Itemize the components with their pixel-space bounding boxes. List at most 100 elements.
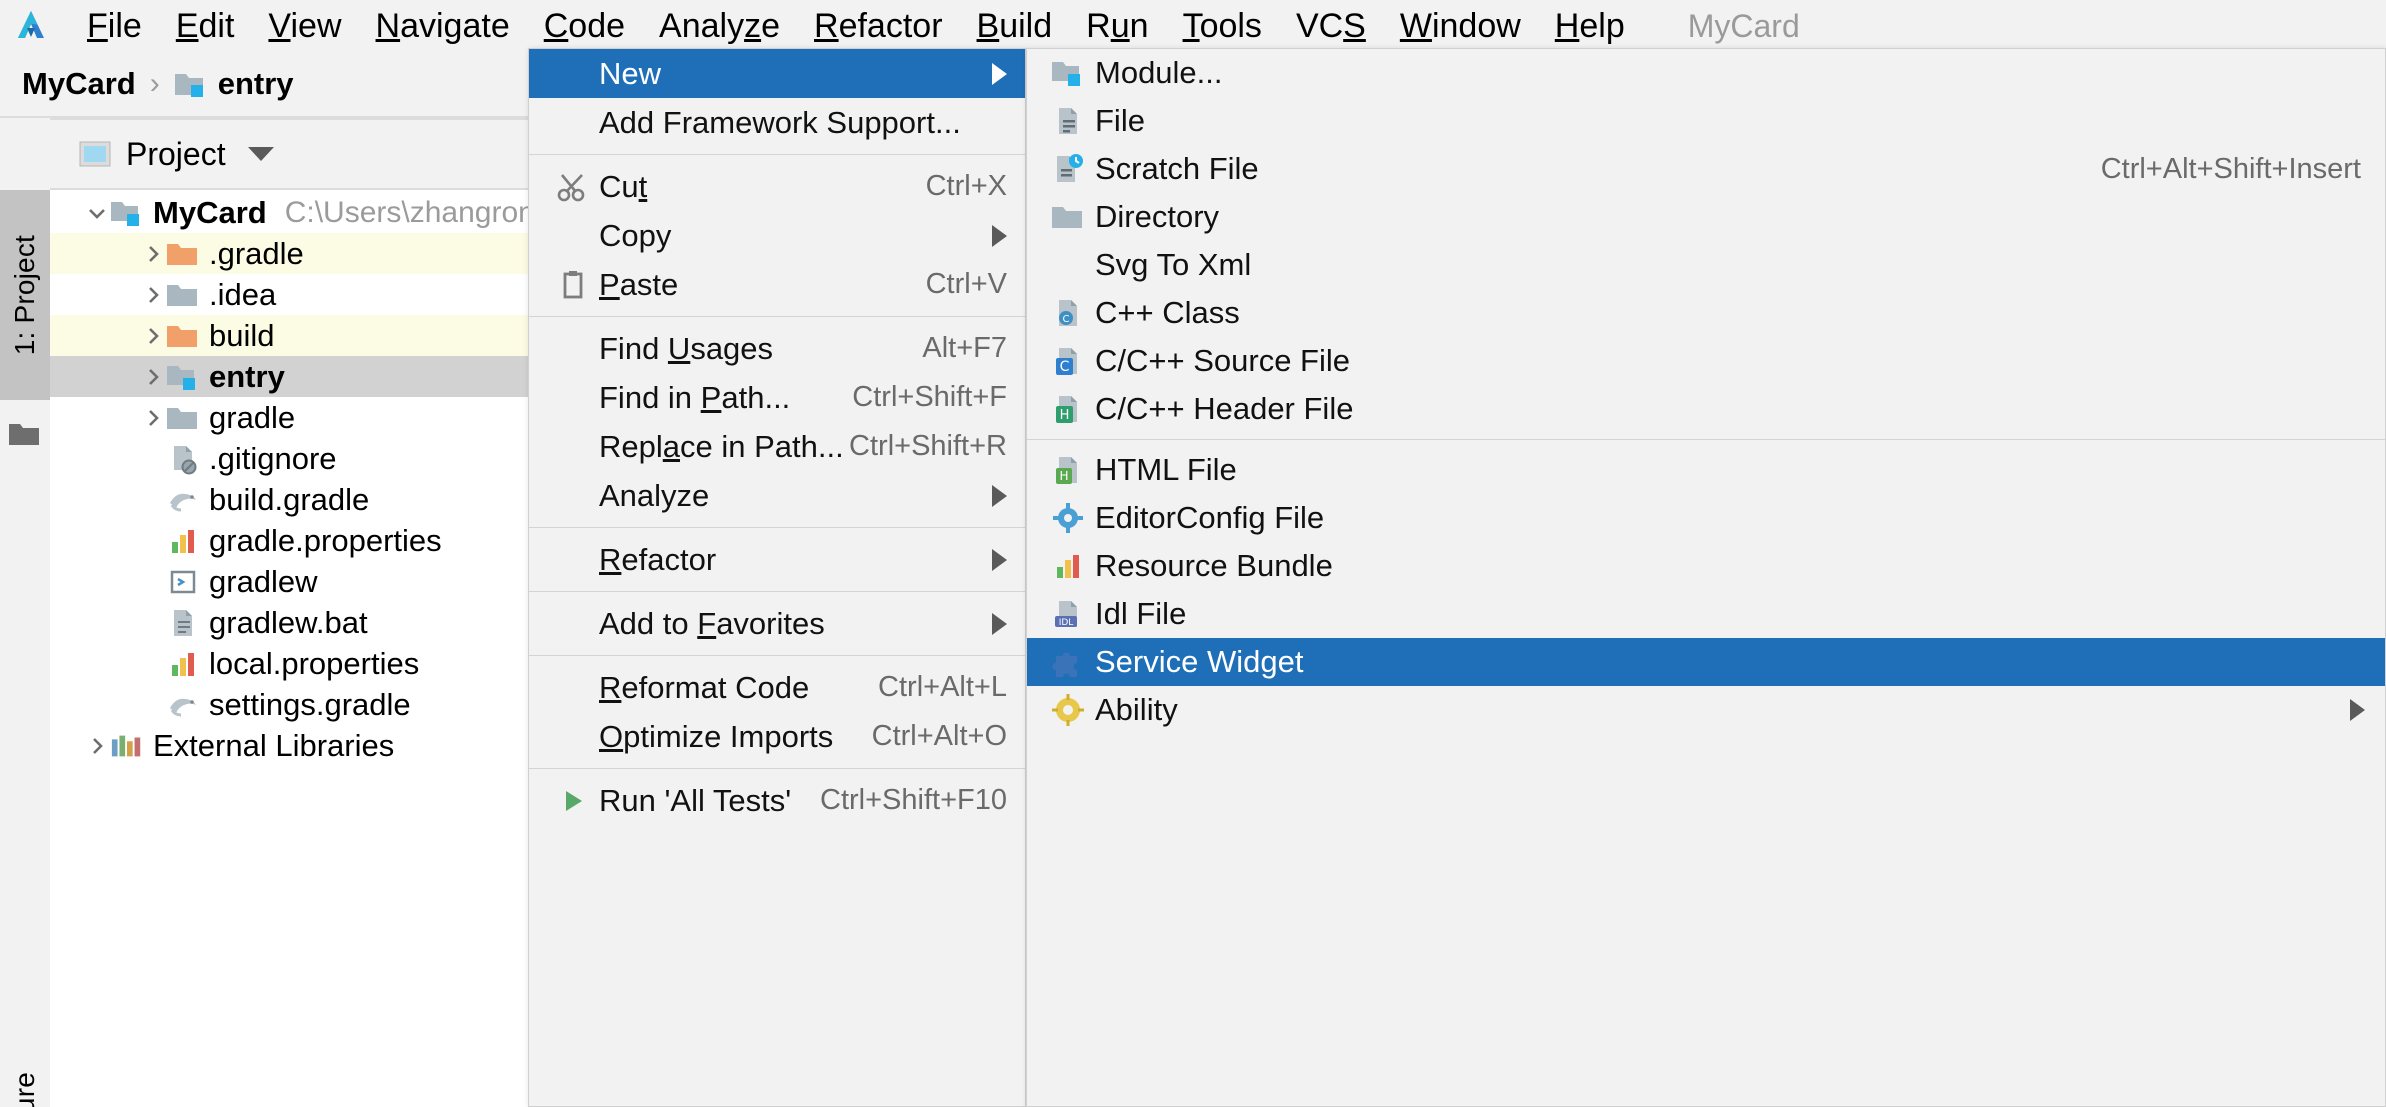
- chevron-down-icon[interactable]: [248, 147, 274, 161]
- new-submenu[interactable]: Module... FileScratch FileCtrl+Alt+Shift+…: [1026, 48, 2386, 1107]
- menu-edit[interactable]: Edit: [159, 0, 252, 52]
- submenu-item-label: Directory: [1095, 199, 2385, 235]
- submenu-separator: [1027, 439, 2385, 440]
- menu-tools[interactable]: Tools: [1166, 0, 1279, 52]
- context-menu-item-label: Add Framework Support...: [599, 105, 1025, 141]
- submenu-item-svg-to-xml[interactable]: Svg To Xml: [1027, 241, 2385, 289]
- menu-navigate[interactable]: Navigate: [359, 0, 527, 52]
- properties-file-icon: [1041, 550, 1095, 582]
- context-menu-item-new[interactable]: New: [529, 49, 1025, 98]
- menu-build[interactable]: Build: [960, 0, 1070, 52]
- submenu-item-file[interactable]: File: [1027, 97, 2385, 145]
- context-menu-item-reformat-code[interactable]: Reformat CodeCtrl+Alt+L: [529, 663, 1025, 712]
- context-menu[interactable]: New Add Framework Support... CutCtrl+X Copy…: [528, 48, 1026, 1107]
- svg-text:C: C: [1060, 359, 1070, 375]
- module-folder-icon: [110, 198, 144, 228]
- menu-run[interactable]: Run: [1069, 0, 1165, 52]
- menu-separator: [529, 527, 1025, 528]
- context-menu-item-shortcut: Ctrl+Shift+F: [852, 381, 1007, 414]
- ide-window: FileEditViewNavigateCodeAnalyzeRefactorB…: [0, 0, 2386, 1107]
- submenu-item-editorconfig-file[interactable]: EditorConfig File: [1027, 494, 2385, 542]
- breadcrumb-item-entry[interactable]: entry: [218, 66, 294, 102]
- context-menu-item-shortcut: Ctrl+Alt+L: [878, 671, 1007, 704]
- folder-icon: [166, 403, 200, 433]
- submenu-item-service-widget[interactable]: Service Widget: [1027, 638, 2385, 686]
- chevron-right-icon[interactable]: [140, 241, 166, 267]
- context-menu-item-find-usages[interactable]: Find UsagesAlt+F7: [529, 324, 1025, 373]
- tree-item-label: .gradle: [209, 236, 304, 272]
- gear-icon: [1041, 502, 1095, 534]
- module-folder-icon: [166, 362, 200, 392]
- chevron-right-icon[interactable]: [140, 364, 166, 390]
- context-menu-item-shortcut: Ctrl+Shift+R: [849, 430, 1007, 463]
- tree-item-label: .gitignore: [209, 441, 337, 477]
- tree-item-label: gradlew.bat: [209, 605, 368, 641]
- context-menu-item-optimize-imports[interactable]: Optimize ImportsCtrl+Alt+O: [529, 712, 1025, 761]
- scissors-icon: [547, 170, 599, 204]
- context-menu-item-shortcut: Ctrl+X: [926, 170, 1007, 203]
- context-menu-item-add-framework-support[interactable]: Add Framework Support...: [529, 98, 1025, 147]
- breadcrumb-item-project[interactable]: MyCard: [22, 66, 136, 102]
- tool-tab-structure[interactable]: Structure: [0, 980, 50, 1107]
- tree-item-label: build.gradle: [209, 482, 369, 518]
- submenu-arrow-icon: [992, 63, 1007, 85]
- chevron-right-icon[interactable]: [140, 405, 166, 431]
- context-menu-item-copy[interactable]: Copy: [529, 211, 1025, 260]
- scratch-file-icon: [1041, 152, 1095, 186]
- properties-file-icon: [166, 648, 200, 680]
- submenu-item-c-c-source-file[interactable]: CC/C++ Source File: [1027, 337, 2385, 385]
- menu-refactor[interactable]: Refactor: [797, 0, 960, 52]
- menu-analyze[interactable]: Analyze: [642, 0, 797, 52]
- menu-file[interactable]: File: [70, 0, 159, 52]
- idl-file-icon: IDL: [1041, 598, 1095, 630]
- submenu-item-label: Module...: [1095, 55, 2385, 91]
- context-menu-item-label: Cut: [599, 169, 926, 205]
- submenu-item-scratch-file[interactable]: Scratch FileCtrl+Alt+Shift+Insert: [1027, 145, 2385, 193]
- submenu-arrow-icon: [992, 613, 1007, 635]
- submenu-item-idl-file[interactable]: IDLIdl File: [1027, 590, 2385, 638]
- submenu-item-ability[interactable]: Ability: [1027, 686, 2385, 734]
- project-view-icon: [78, 139, 112, 169]
- context-menu-item-label: Find Usages: [599, 331, 922, 367]
- chevron-right-icon[interactable]: [140, 323, 166, 349]
- tree-item-label: local.properties: [209, 646, 419, 682]
- context-menu-item-refactor[interactable]: Refactor: [529, 535, 1025, 584]
- menu-help[interactable]: Help: [1538, 0, 1642, 52]
- menu-window[interactable]: Window: [1383, 0, 1538, 52]
- context-menu-item-label: Add to Favorites: [599, 606, 992, 642]
- chevron-right-icon[interactable]: [140, 282, 166, 308]
- context-menu-item-shortcut: Ctrl+V: [926, 268, 1007, 301]
- submenu-item-label: Resource Bundle: [1095, 548, 2385, 584]
- menu-vcs[interactable]: VCS: [1279, 0, 1383, 52]
- submenu-item-label: EditorConfig File: [1095, 500, 2385, 536]
- submenu-item-html-file[interactable]: HHTML File: [1027, 446, 2385, 494]
- menu-view[interactable]: View: [251, 0, 358, 52]
- submenu-item-c-class[interactable]: CC++ Class: [1027, 289, 2385, 337]
- context-menu-item-label: Copy: [599, 218, 992, 254]
- context-menu-item-shortcut: Ctrl+Shift+F10: [820, 784, 1007, 817]
- submenu-item-c-c-header-file[interactable]: HC/C++ Header File: [1027, 385, 2385, 433]
- tool-tab-project[interactable]: 1: Project: [0, 190, 50, 400]
- menu-separator: [529, 154, 1025, 155]
- menu-code[interactable]: Code: [527, 0, 642, 52]
- submenu-item-directory[interactable]: Directory: [1027, 193, 2385, 241]
- context-menu-item-add-to-favorites[interactable]: Add to Favorites: [529, 599, 1025, 648]
- folder-icon: [166, 280, 200, 310]
- submenu-item-label: C/C++ Header File: [1095, 391, 2385, 427]
- svg-text:H: H: [1059, 469, 1068, 483]
- submenu-item-label: Ability: [1095, 692, 2350, 728]
- submenu-item-resource-bundle[interactable]: Resource Bundle: [1027, 542, 2385, 590]
- context-menu-item-run-all-tests[interactable]: Run 'All Tests'Ctrl+Shift+F10: [529, 776, 1025, 825]
- context-menu-item-find-in-path[interactable]: Find in Path...Ctrl+Shift+F: [529, 373, 1025, 422]
- menu-separator: [529, 316, 1025, 317]
- context-menu-item-analyze[interactable]: Analyze: [529, 471, 1025, 520]
- chevron-right-icon[interactable]: [84, 733, 110, 759]
- chevron-down-icon[interactable]: [84, 200, 110, 226]
- text-file-icon: [166, 607, 200, 639]
- context-menu-item-paste[interactable]: PasteCtrl+V: [529, 260, 1025, 309]
- menu-separator: [529, 591, 1025, 592]
- context-menu-item-cut[interactable]: CutCtrl+X: [529, 162, 1025, 211]
- submenu-item-module[interactable]: Module...: [1027, 49, 2385, 97]
- menu-separator: [529, 655, 1025, 656]
- context-menu-item-replace-in-path[interactable]: Replace in Path...Ctrl+Shift+R: [529, 422, 1025, 471]
